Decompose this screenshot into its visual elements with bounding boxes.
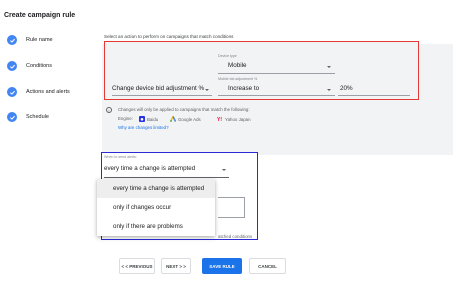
dropdown-option-only-if-problems[interactable]: only if there are problems: [97, 217, 215, 236]
google-ads-icon: [170, 116, 176, 122]
device-type-label: Device type: [218, 54, 237, 58]
yahoo-japan-icon: Y!: [217, 117, 222, 122]
engine-yahoo-japan: Y! Yahoo Japan: [217, 116, 251, 123]
step-schedule[interactable]: Schedule: [7, 111, 49, 123]
step-label: Schedule: [26, 114, 49, 120]
step-conditions[interactable]: Conditions: [7, 60, 52, 72]
engine-google-ads: Google Ads: [170, 116, 201, 122]
step-label: Conditions: [26, 63, 52, 69]
svg-text:Y!: Y!: [217, 117, 222, 122]
engine-name: Yahoo Japan: [225, 116, 251, 122]
check-circle-icon: [7, 61, 17, 71]
device-type-underline: [218, 73, 335, 74]
action-type-underline: [112, 95, 212, 96]
step-rule-name[interactable]: Rule name: [7, 34, 53, 46]
baidu-icon: [139, 116, 145, 122]
info-icon: i: [106, 107, 112, 113]
cancel-button[interactable]: CANCEL: [249, 258, 286, 274]
adjustment-amount-input[interactable]: 20%: [340, 85, 353, 92]
chevron-down-icon[interactable]: [205, 89, 209, 91]
dropdown-option-every-time[interactable]: every time a change is attempted: [97, 179, 215, 198]
action-type-select[interactable]: Change device bid adjustment %: [112, 85, 204, 92]
page-title: Create campaign rule: [4, 12, 76, 19]
engine-name: Google Ads: [178, 116, 201, 122]
device-type-value[interactable]: Mobile: [228, 62, 247, 69]
chevron-down-icon[interactable]: [327, 66, 331, 68]
step-label: Rule name: [26, 37, 53, 43]
dropdown-option-only-if-changes[interactable]: only if changes occur: [97, 198, 215, 217]
behind-text: atched conditions: [218, 234, 253, 239]
check-circle-icon: [7, 35, 17, 45]
alert-recipient-field[interactable]: [218, 197, 245, 218]
alerts-label: When to send alerts:: [104, 155, 137, 159]
chevron-down-icon[interactable]: [327, 89, 331, 91]
save-rule-button[interactable]: SAVE RULE: [202, 258, 242, 274]
next-button[interactable]: NEXT > >: [161, 258, 191, 274]
engine-label: Engine:: [118, 116, 133, 121]
adjustment-direction-select[interactable]: Increase to: [228, 85, 259, 92]
alerts-dropdown-menu: every time a change is attempted only if…: [97, 179, 215, 236]
previous-button[interactable]: < < PREVIOUS: [119, 258, 155, 274]
action-instruction: Select an action to perform on campaigns…: [104, 34, 234, 39]
step-label: Actions and alerts: [26, 89, 70, 95]
check-circle-icon: [7, 87, 17, 97]
adjustment-label: Mobile bid adjustment %: [218, 77, 258, 81]
alerts-select-underline: [104, 177, 229, 178]
engine-baidu: Baidu: [139, 116, 158, 122]
step-actions-and-alerts[interactable]: Actions and alerts: [7, 86, 70, 98]
adjustment-direction-underline: [218, 95, 335, 96]
why-changes-limited-link[interactable]: Why are changes limited?: [118, 125, 169, 130]
engine-name: Baidu: [147, 116, 159, 122]
adjustment-amount-underline: [338, 95, 410, 96]
chevron-down-icon[interactable]: [222, 169, 226, 171]
alerts-select[interactable]: every time a change is attempted: [104, 165, 195, 172]
check-circle-icon: [7, 112, 17, 122]
info-text: Changes will only be applied to campaign…: [118, 107, 250, 112]
